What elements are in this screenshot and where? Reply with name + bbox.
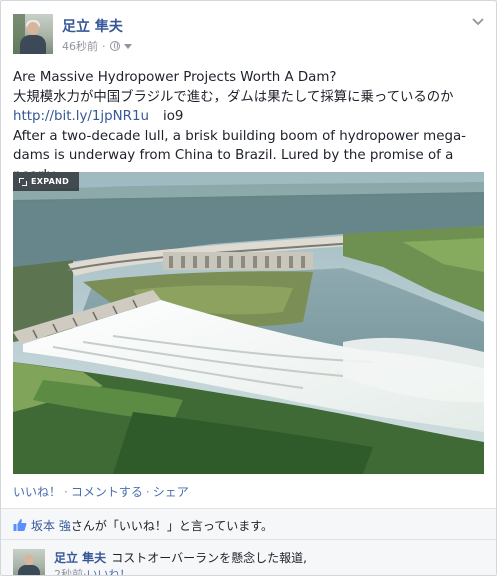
expand-button[interactable]: EXPAND xyxy=(13,172,80,191)
likes-text: 坂本 強さんが「いいね！」と言っています。 xyxy=(31,517,273,534)
post-author-name[interactable]: 足立 隼夫 xyxy=(62,16,123,36)
post-title-en: Are Massive Hydropower Projects Worth A … xyxy=(13,70,337,85)
post-text: Are Massive Hydropower Projects Worth A … xyxy=(13,68,488,185)
comment-line: 足立 隼夫 コストオーバーランを懸念した報道, xyxy=(54,549,307,566)
action-separator: · xyxy=(64,485,68,499)
liker-name[interactable]: 坂本 強 xyxy=(31,519,71,533)
dam-photo-illustration xyxy=(13,172,484,474)
comment-like-button[interactable]: いいね！ xyxy=(87,568,131,575)
expand-label: EXPAND xyxy=(31,177,70,186)
commenter-avatar[interactable] xyxy=(13,549,45,575)
comment-button[interactable]: コメントする xyxy=(71,485,143,499)
comment-text: コストオーバーランを懸念した報道, xyxy=(111,551,307,565)
meta-separator: · xyxy=(102,39,106,53)
likes-summary: 坂本 強さんが「いいね！」と言っています。 xyxy=(1,508,496,540)
post-meta: 46秒前 · xyxy=(62,38,132,54)
post-link[interactable]: http://bit.ly/1jpNR1u xyxy=(13,109,149,124)
post-title-ja: 大規模水力が中国ブラジルで進む，ダムは果たして採算に乗っているのか xyxy=(13,89,454,105)
dam-photo[interactable]: EXPAND xyxy=(13,172,484,474)
globe-icon[interactable] xyxy=(109,41,120,51)
likes-suffix: さんが「いいね！」と言っています。 xyxy=(70,519,274,533)
post-source: io9 xyxy=(162,109,184,124)
like-button[interactable]: いいね！ xyxy=(13,485,61,499)
post-timestamp[interactable]: 46秒前 xyxy=(62,38,98,54)
comment-timestamp[interactable]: 2秒前 xyxy=(54,568,83,575)
feed-post: 足立 隼夫 46秒前 · Are Massive Hydropower Proj… xyxy=(0,0,497,576)
commenter-name[interactable]: 足立 隼夫 xyxy=(54,551,106,565)
comment-meta: 2秒前·いいね！ xyxy=(54,566,131,575)
author-avatar[interactable] xyxy=(13,14,53,54)
thumbs-up-icon xyxy=(13,517,27,531)
chevron-down-icon[interactable] xyxy=(123,43,132,49)
expand-icon xyxy=(19,177,27,186)
action-separator: · xyxy=(145,485,150,499)
comment-item: 足立 隼夫 コストオーバーランを懸念した報道, 2秒前·いいね！ xyxy=(1,539,496,575)
post-actions: いいね！ · コメントする · シェア xyxy=(13,483,189,500)
post-options-chevron-icon[interactable] xyxy=(472,15,484,27)
share-button[interactable]: シェア xyxy=(153,485,189,499)
